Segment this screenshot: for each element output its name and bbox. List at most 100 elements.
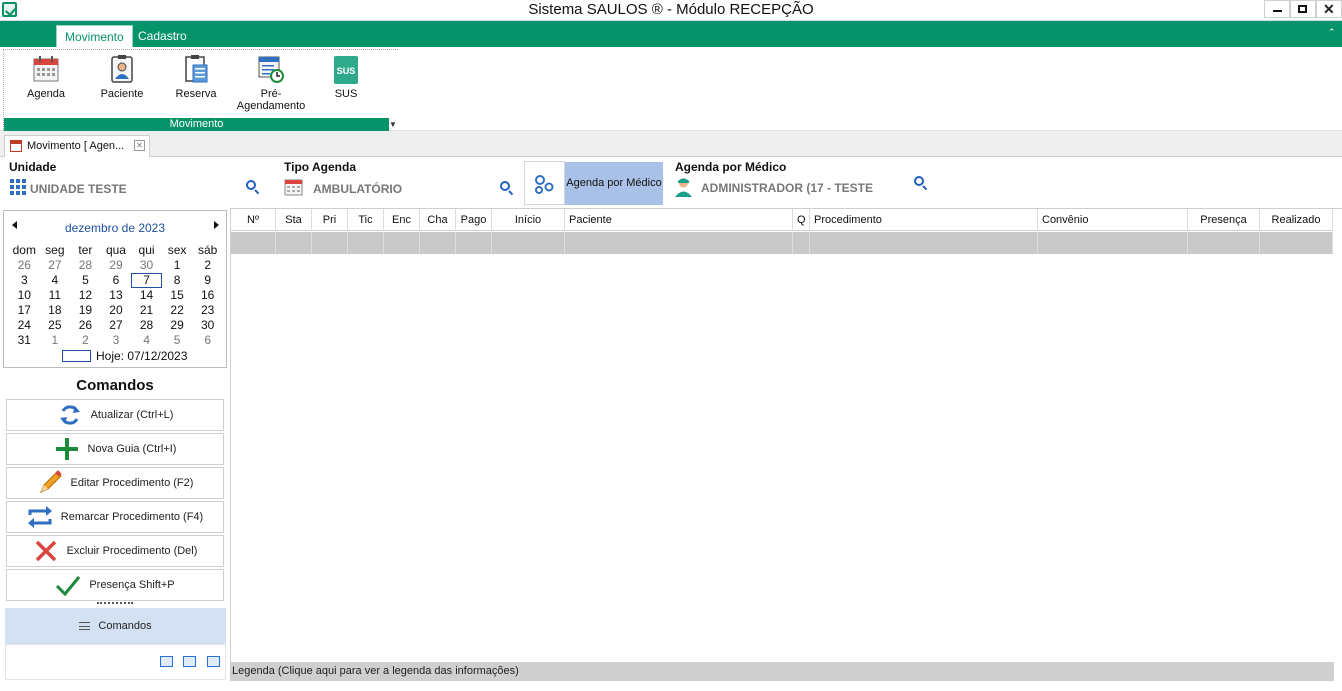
calendar-day[interactable]: 26 — [70, 318, 101, 333]
column-header-realizado[interactable]: Realizado — [1260, 209, 1333, 231]
calendar-day[interactable]: 22 — [162, 303, 193, 318]
column-header-sta[interactable]: Sta — [276, 209, 312, 231]
remarcar-procedimento-button[interactable]: Remarcar Procedimento (F4) — [6, 501, 224, 533]
calendar-icon — [33, 54, 59, 84]
column-header-numero[interactable]: Nº — [231, 209, 276, 231]
unidade-search-icon[interactable] — [246, 180, 256, 190]
agenda-por-medico-button[interactable]: Agenda por Médico — [565, 162, 663, 205]
calendar-day[interactable]: 31 — [9, 333, 40, 348]
excluir-procedimento-button[interactable]: Excluir Procedimento (Del) — [6, 535, 224, 567]
atualizar-button[interactable]: Atualizar (Ctrl+L) — [6, 399, 224, 431]
nav-pane-icon[interactable] — [207, 656, 220, 667]
calendar-month-title[interactable]: dezembro de 2023 — [4, 221, 226, 235]
calendar-day[interactable]: 28 — [131, 318, 162, 333]
paciente-button[interactable]: Paciente — [96, 54, 148, 100]
medico-search-icon[interactable] — [914, 176, 924, 186]
calendar-day[interactable]: 14 — [131, 288, 162, 303]
nova-guia-button[interactable]: Nova Guia (Ctrl+I) — [6, 433, 224, 465]
calendar-day[interactable]: 30 — [131, 258, 162, 273]
presenca-button[interactable]: Presença Shift+P — [6, 569, 224, 601]
unidade-value[interactable]: UNIDADE TESTE — [30, 182, 127, 196]
column-header-pri[interactable]: Pri — [312, 209, 348, 231]
calendar-day[interactable]: 1 — [40, 333, 71, 348]
calendar-day[interactable]: 26 — [9, 258, 40, 273]
tipo-agenda-value[interactable]: AMBULATÓRIO — [313, 182, 402, 196]
calendar-today-link[interactable]: Hoje: 07/12/2023 — [62, 349, 187, 363]
calendar-day[interactable]: 5 — [70, 273, 101, 288]
sus-button[interactable]: SUS SUS — [326, 54, 366, 100]
calendar-day[interactable]: 11 — [40, 288, 71, 303]
pre-agendamento-button[interactable]: Pré- Agendamento — [233, 54, 309, 112]
close-tab-icon[interactable]: ✕ — [134, 140, 145, 151]
legend-bar[interactable]: Legenda (Clique aqui para ver a legenda … — [230, 662, 1334, 681]
calendar-day[interactable]: 27 — [40, 258, 71, 273]
calendar-day[interactable]: 29 — [101, 258, 132, 273]
close-button[interactable]: ✕ — [1316, 0, 1342, 18]
commands-nav-group[interactable]: Comandos — [5, 608, 226, 644]
column-header-procedimento[interactable]: Procedimento — [810, 209, 1038, 231]
calendar-day[interactable]: 3 — [101, 333, 132, 348]
column-header-paciente[interactable]: Paciente — [565, 209, 793, 231]
table-row[interactable] — [231, 232, 1333, 254]
calendar-day[interactable]: 13 — [101, 288, 132, 303]
column-header-pago[interactable]: Pago — [456, 209, 492, 231]
ribbon-tab-movimento[interactable]: Movimento — [56, 25, 133, 47]
panel-splitter-handle[interactable] — [97, 602, 133, 606]
minimize-button[interactable] — [1264, 0, 1290, 18]
calendar-day[interactable]: 2 — [192, 258, 223, 273]
calendar-day[interactable]: 4 — [40, 273, 71, 288]
calendar-day[interactable]: 17 — [9, 303, 40, 318]
calendar-day[interactable]: 10 — [9, 288, 40, 303]
column-header-presenca[interactable]: Presença — [1188, 209, 1260, 231]
ribbon-collapse-icon[interactable]: ⌃ — [1328, 28, 1336, 37]
calendar-day[interactable]: 24 — [9, 318, 40, 333]
nav-pane-icon[interactable] — [183, 656, 196, 667]
agenda-button[interactable]: Agenda — [22, 54, 70, 100]
calendar-day[interactable]: 19 — [70, 303, 101, 318]
ribbon-tab-cadastro[interactable]: Cadastro — [130, 25, 195, 47]
agenda-por-medico-icon-box[interactable] — [524, 161, 565, 205]
calendar-day[interactable]: 30 — [192, 318, 223, 333]
column-header-cha[interactable]: Cha — [420, 209, 456, 231]
ribbon-tab-bar: Movimento Cadastro ⌃ — [0, 21, 1342, 47]
calendar-day[interactable]: 25 — [40, 318, 71, 333]
calendar-day[interactable]: 2 — [70, 333, 101, 348]
calendar-day[interactable]: 1 — [162, 258, 193, 273]
calendar-day[interactable]: 4 — [131, 333, 162, 348]
calendar-week-row: 10 11 12 13 14 15 16 — [9, 288, 223, 303]
calendar-day[interactable]: 20 — [101, 303, 132, 318]
column-header-q[interactable]: Q — [793, 209, 810, 231]
calendar-day[interactable]: 27 — [101, 318, 132, 333]
reserva-button[interactable]: Reserva — [172, 54, 220, 100]
calendar-day[interactable]: 6 — [101, 273, 132, 288]
column-header-enc[interactable]: Enc — [384, 209, 420, 231]
column-header-inicio[interactable]: Início — [492, 209, 565, 231]
agenda-button-label: Agenda — [27, 88, 65, 100]
next-month-icon[interactable] — [214, 221, 219, 229]
group-launcher-icon[interactable]: ▼ — [388, 118, 398, 131]
agenda-medico-value[interactable]: ADMINISTRADOR (17 - TESTE — [701, 181, 873, 195]
editar-procedimento-button[interactable]: Editar Procedimento (F2) — [6, 467, 224, 499]
calendar-day[interactable]: 5 — [162, 333, 193, 348]
tipo-agenda-search-icon[interactable] — [500, 181, 510, 191]
calendar-day[interactable]: 23 — [192, 303, 223, 318]
calendar-day-selected[interactable]: 7 — [131, 273, 162, 288]
calendar-day[interactable]: 29 — [162, 318, 193, 333]
restore-button[interactable] — [1290, 0, 1316, 18]
calendar-day[interactable]: 21 — [131, 303, 162, 318]
column-header-convenio[interactable]: Convênio — [1038, 209, 1188, 231]
calendar-day[interactable]: 12 — [70, 288, 101, 303]
nav-pane-icon[interactable] — [160, 656, 173, 667]
calendar-day[interactable]: 28 — [70, 258, 101, 273]
calendar-day[interactable]: 8 — [162, 273, 193, 288]
calendar-day[interactable]: 3 — [9, 273, 40, 288]
document-tab-movimento[interactable]: Movimento [ Agen... ✕ — [4, 135, 150, 157]
calendar-day[interactable]: 15 — [162, 288, 193, 303]
month-calendar: dezembro de 2023 dom seg ter qua qui sex… — [3, 210, 227, 368]
calendar-day[interactable]: 6 — [192, 333, 223, 348]
column-header-tic[interactable]: Tic — [348, 209, 384, 231]
calendar-day[interactable]: 16 — [192, 288, 223, 303]
calendar-day[interactable]: 18 — [40, 303, 71, 318]
appointments-grid: Nº Sta Pri Tic Enc Cha Pago Início Pacie… — [230, 208, 1342, 662]
calendar-day[interactable]: 9 — [192, 273, 223, 288]
